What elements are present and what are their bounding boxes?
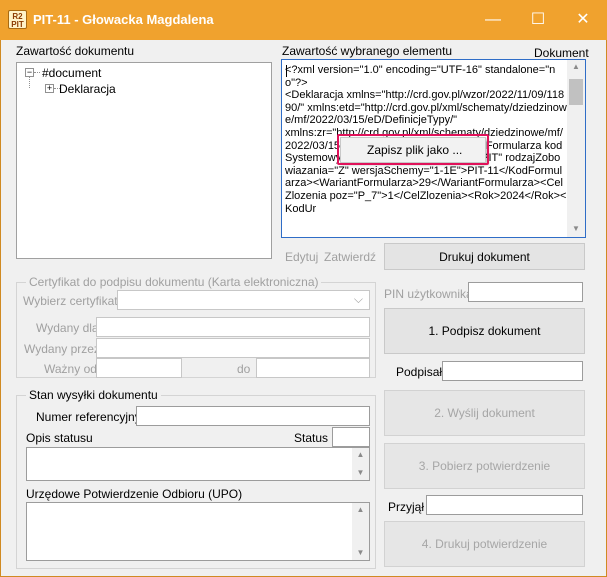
minimize-icon[interactable]: — xyxy=(470,0,516,40)
collapse-icon[interactable]: − xyxy=(25,68,34,77)
window-title: PIT-11 - Głowacka Magdalena xyxy=(33,12,214,27)
scroll-up-icon[interactable]: ▲ xyxy=(567,62,585,71)
ref-number-field[interactable] xyxy=(136,406,370,426)
print-confirmation-button[interactable]: 4. Drukuj potwierdzenie xyxy=(384,521,585,567)
valid-to-field[interactable] xyxy=(256,358,370,378)
print-document-button[interactable]: Drukuj dokument xyxy=(384,243,585,270)
valid-from-field[interactable] xyxy=(96,358,182,378)
issued-by-field[interactable] xyxy=(96,338,370,358)
issued-for-field[interactable] xyxy=(96,317,370,337)
status-label: Status xyxy=(294,431,329,445)
expand-icon[interactable]: + xyxy=(45,84,54,93)
issued-by-label: Wydany przez xyxy=(24,342,100,356)
upo-scrollbar[interactable]: ▲ ▼ xyxy=(352,503,369,560)
accepted-by-field[interactable] xyxy=(426,495,583,515)
doc-content-label: Zawartość dokumentu xyxy=(16,44,135,58)
certificate-select[interactable]: ⌵ xyxy=(117,290,370,310)
sign-document-button[interactable]: 1. Podpisz dokument xyxy=(384,308,585,354)
signed-by-label: Podpisał xyxy=(396,365,443,379)
scroll-up-icon[interactable]: ▲ xyxy=(352,505,369,514)
valid-from-label: Ważny od xyxy=(44,362,97,376)
close-icon[interactable]: ✕ xyxy=(560,0,606,40)
maximize-icon[interactable]: ☐ xyxy=(515,0,561,40)
tree-node-deklaracja[interactable]: Deklaracja xyxy=(59,82,116,96)
highlight-box xyxy=(337,134,489,165)
scroll-down-icon[interactable]: ▼ xyxy=(352,548,369,557)
scroll-down-icon[interactable]: ▼ xyxy=(567,224,585,233)
issued-for-label: Wydany dla xyxy=(36,321,99,335)
pin-field[interactable] xyxy=(468,282,583,302)
status-group-label: Stan wysyłki dokumentu xyxy=(26,388,161,402)
send-document-button[interactable]: 2. Wyślij dokument xyxy=(384,390,585,436)
text-cursor xyxy=(286,65,287,77)
accepted-by-label: Przyjął xyxy=(388,500,425,514)
upo-area[interactable]: ▲ ▼ xyxy=(26,502,370,561)
scroll-up-icon[interactable]: ▲ xyxy=(352,450,369,459)
edit-button[interactable]: Edytuj xyxy=(285,250,318,264)
status-field[interactable] xyxy=(332,427,370,447)
document-label: Dokument xyxy=(534,46,589,60)
chevron-down-icon: ⌵ xyxy=(353,292,363,306)
status-scrollbar[interactable]: ▲ ▼ xyxy=(352,448,369,480)
title-bar[interactable]: R2 PIT PIT-11 - Głowacka Magdalena — ☐ ✕ xyxy=(0,0,607,40)
fetch-confirmation-button[interactable]: 3. Pobierz potwierdzenie xyxy=(384,443,585,489)
status-description-label: Opis statusu xyxy=(26,431,93,445)
tree-node-document[interactable]: #document xyxy=(42,66,101,80)
document-tree[interactable]: − #document + Deklaracja xyxy=(16,62,272,259)
scroll-thumb[interactable] xyxy=(569,79,583,105)
scroll-down-icon[interactable]: ▼ xyxy=(352,468,369,477)
status-description-area[interactable]: ▲ ▼ xyxy=(26,447,370,481)
upo-label: Urzędowe Potwierdzenie Odbioru (UPO) xyxy=(26,487,243,501)
signed-by-field[interactable] xyxy=(442,361,583,381)
tree-connector xyxy=(34,72,40,73)
confirm-button[interactable]: Zatwierdź xyxy=(324,250,376,264)
pin-label: PIN użytkownika xyxy=(384,287,473,301)
tree-connector xyxy=(29,77,30,88)
xml-scrollbar[interactable]: ▲ ▼ xyxy=(567,60,585,237)
certificate-group-label: Certyfikat do podpisu dokumentu (Karta e… xyxy=(26,275,322,289)
choose-certificate-label: Wybierz certyfikat xyxy=(23,294,118,308)
app-logo-icon: R2 PIT xyxy=(8,10,27,29)
ref-number-label: Numer referencyjny xyxy=(36,410,141,424)
valid-to-label: do xyxy=(237,362,251,376)
element-content-label: Zawartość wybranego elementu xyxy=(282,44,453,58)
